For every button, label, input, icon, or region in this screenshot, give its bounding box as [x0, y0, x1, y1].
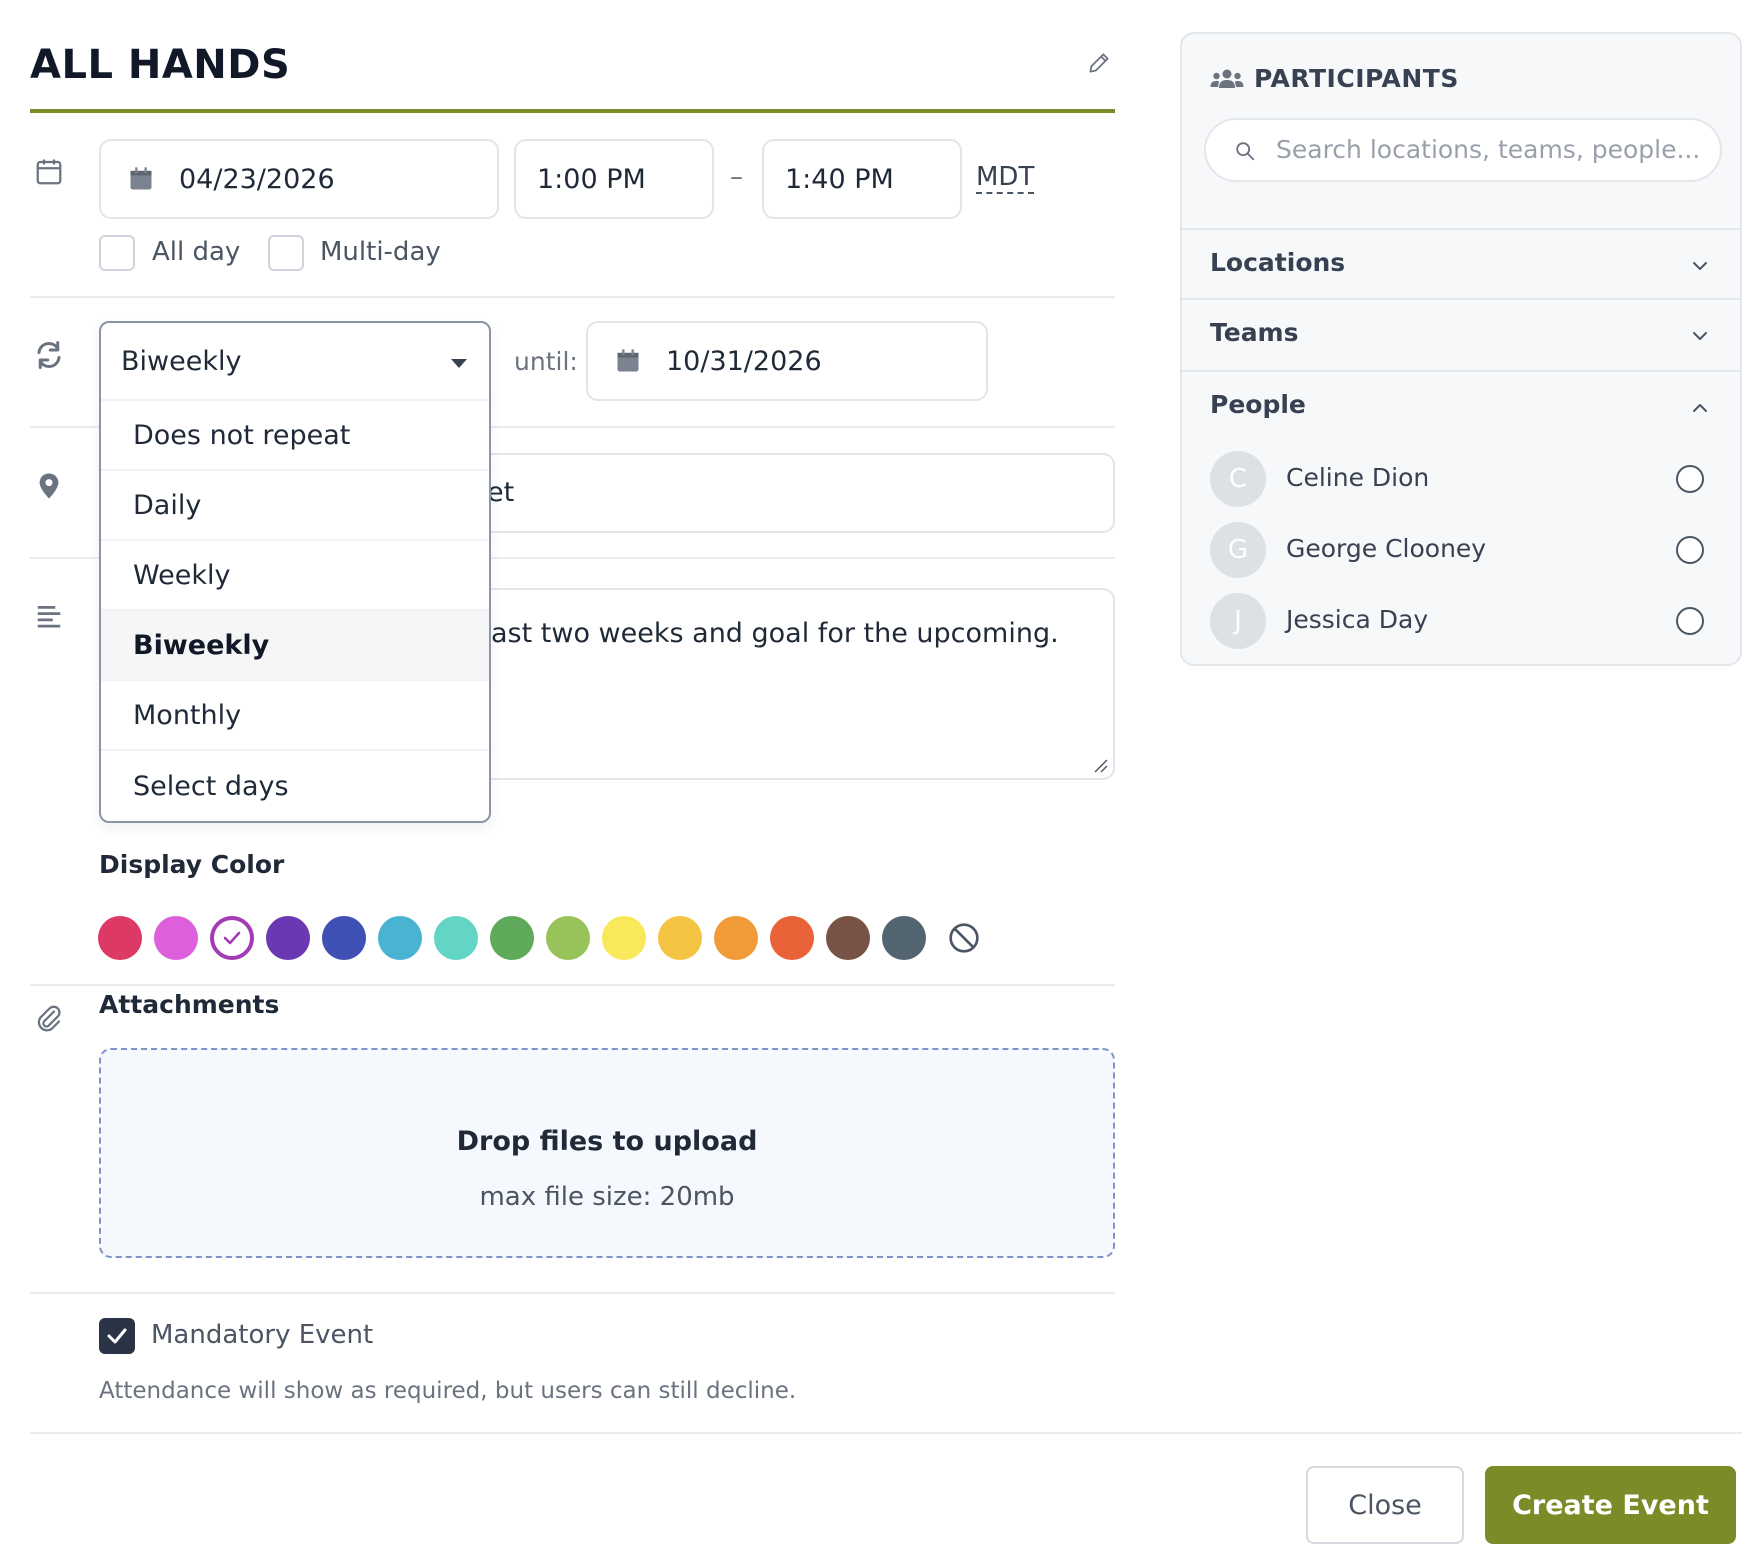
avatar: G [1210, 522, 1266, 578]
color-swatch[interactable] [154, 916, 198, 960]
dropzone-subtitle: max file size: 20mb [479, 1182, 735, 1212]
repeat-option-does-not-repeat[interactable]: Does not repeat [101, 401, 489, 471]
resize-handle-icon[interactable] [1093, 758, 1109, 774]
color-swatch[interactable] [490, 916, 534, 960]
dropzone-title: Drop files to upload [456, 1126, 758, 1157]
create-event-button[interactable]: Create Event [1485, 1466, 1736, 1544]
repeat-option-weekly[interactable]: Weekly [101, 541, 489, 611]
divider [30, 296, 1115, 298]
time-separator: – [730, 162, 743, 192]
event-editor: ALL HANDS 04/23/2026 1:00 PM – 1:40 PM M… [0, 0, 1764, 1562]
location-pin-icon [39, 473, 59, 499]
person-name: Celine Dion [1286, 463, 1430, 492]
color-swatch[interactable] [434, 916, 478, 960]
until-date-field[interactable]: 10/31/2026 [586, 321, 988, 401]
section-teams[interactable]: Teams [1182, 300, 1740, 372]
person-name: George Clooney [1286, 534, 1487, 563]
all-day-checkbox[interactable] [99, 235, 135, 271]
end-time-field[interactable]: 1:40 PM [762, 139, 962, 219]
repeat-option-daily[interactable]: Daily [101, 471, 489, 541]
color-swatch[interactable] [546, 916, 590, 960]
repeat-option-select-days[interactable]: Select days [101, 751, 489, 821]
color-swatch[interactable] [658, 916, 702, 960]
repeat-select-head[interactable]: Biweekly [101, 323, 489, 401]
start-date-field[interactable]: 04/23/2026 [99, 139, 499, 219]
mandatory-label: Mandatory Event [151, 1320, 374, 1350]
users-icon [1210, 69, 1244, 88]
color-swatch[interactable] [98, 916, 142, 960]
calendar-icon [130, 167, 152, 190]
title-underline [30, 109, 1115, 113]
chevron-down-icon [1693, 262, 1707, 270]
repeat-selected-value: Biweekly [121, 345, 242, 377]
color-swatch[interactable] [770, 916, 814, 960]
timezone-link[interactable]: MDT [976, 162, 1035, 194]
color-swatch[interactable] [826, 916, 870, 960]
checkmark-icon [107, 1328, 127, 1344]
color-swatch[interactable] [378, 916, 422, 960]
attachments-label: Attachments [99, 990, 280, 1019]
until-date-value: 10/31/2026 [666, 345, 822, 377]
event-title[interactable]: ALL HANDS [30, 42, 290, 88]
search-placeholder: Search locations, teams, people... [1276, 135, 1701, 164]
section-people[interactable]: People [1182, 372, 1740, 444]
section-label: Locations [1210, 248, 1346, 277]
participants-title: PARTICIPANTS [1254, 64, 1459, 93]
calendar-icon [617, 349, 639, 372]
person-row[interactable]: J Jessica Day [1182, 589, 1740, 653]
color-swatch[interactable] [322, 916, 366, 960]
calendar-outline-icon [36, 159, 62, 185]
start-time-field[interactable]: 1:00 PM [514, 139, 714, 219]
avatar: J [1210, 593, 1266, 649]
repeat-option-monthly[interactable]: Monthly [101, 681, 489, 751]
repeat-option-biweekly[interactable]: Biweekly [101, 611, 489, 681]
person-select-radio[interactable] [1676, 465, 1704, 493]
close-button[interactable]: Close [1306, 1466, 1464, 1544]
color-swatch[interactable] [210, 916, 254, 960]
until-label: until: [514, 347, 578, 376]
divider [30, 984, 1115, 986]
person-select-radio[interactable] [1676, 536, 1704, 564]
repeat-select[interactable]: Biweekly Does not repeat Daily Weekly Bi… [99, 321, 491, 823]
all-day-label: All day [152, 237, 241, 267]
description-icon [37, 606, 61, 628]
color-swatch[interactable] [714, 916, 758, 960]
multi-day-label: Multi-day [320, 237, 441, 267]
mandatory-help: Attendance will show as required, but us… [99, 1378, 797, 1404]
description-value: ast two weeks and goal for the upcoming. [491, 618, 1059, 649]
footer-divider [30, 1432, 1742, 1434]
color-swatch[interactable] [266, 916, 310, 960]
person-name: Jessica Day [1286, 605, 1429, 634]
start-time-value: 1:00 PM [537, 163, 646, 195]
color-swatch[interactable] [882, 916, 926, 960]
color-swatch[interactable] [602, 916, 646, 960]
display-color-label: Display Color [99, 850, 285, 879]
person-row[interactable]: G George Clooney [1182, 518, 1740, 582]
section-locations[interactable]: Locations [1182, 228, 1740, 300]
section-label: Teams [1210, 318, 1299, 347]
checkmark-icon [223, 931, 241, 945]
location-value: et [487, 477, 515, 508]
mandatory-checkbox[interactable] [99, 1318, 135, 1354]
end-time-value: 1:40 PM [785, 163, 894, 195]
repeat-icon [37, 341, 61, 369]
start-date-value: 04/23/2026 [179, 163, 335, 195]
section-label: People [1210, 390, 1306, 419]
divider [30, 1292, 1115, 1294]
chevron-down-icon [1693, 332, 1707, 340]
person-row[interactable]: C Celine Dion [1182, 447, 1740, 511]
chevron-up-icon [1693, 404, 1707, 412]
paperclip-icon [37, 1005, 61, 1032]
avatar: C [1210, 451, 1266, 507]
no-color-icon[interactable] [948, 922, 980, 954]
person-select-radio[interactable] [1676, 607, 1704, 635]
participants-panel: PARTICIPANTS Search locations, teams, pe… [1180, 32, 1742, 666]
search-icon [1236, 142, 1255, 161]
caret-down-icon [451, 359, 467, 368]
file-dropzone[interactable]: Drop files to upload max file size: 20mb [99, 1048, 1115, 1258]
participants-search[interactable]: Search locations, teams, people... [1204, 118, 1722, 182]
pencil-icon[interactable] [1086, 50, 1112, 76]
multi-day-checkbox[interactable] [268, 235, 304, 271]
